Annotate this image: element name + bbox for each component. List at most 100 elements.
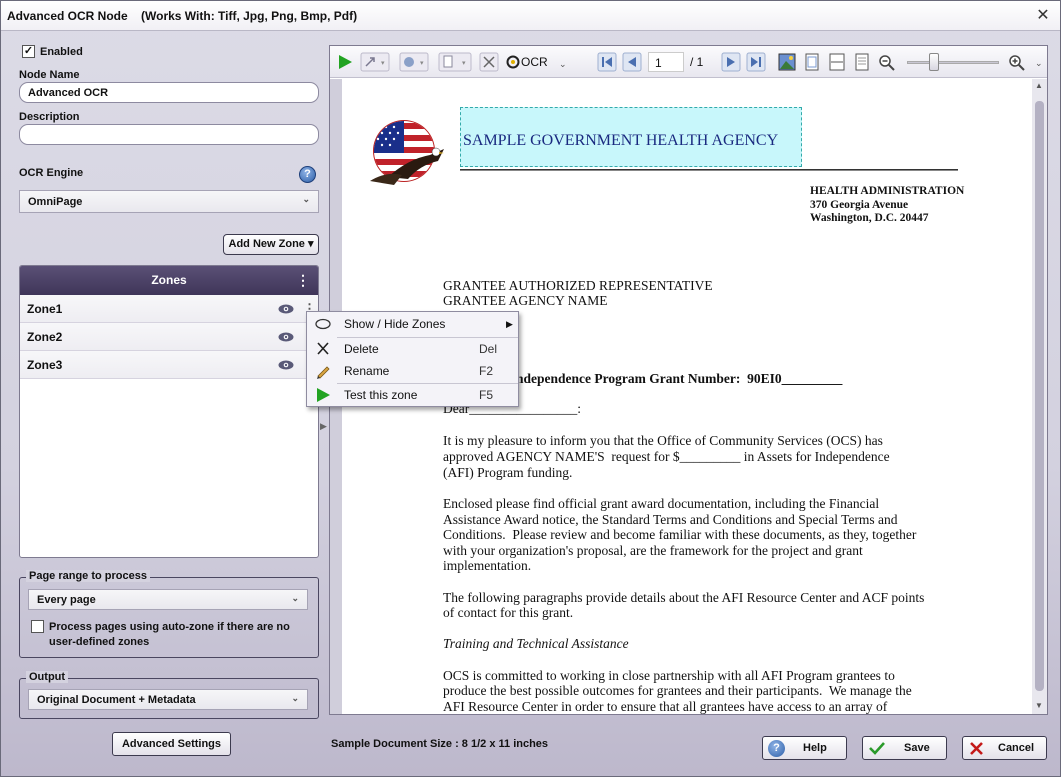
zones-panel: Zones ⋮ Zone1 ⋮ Zone2 Zone3 bbox=[19, 265, 319, 558]
para2-line: implementation. bbox=[443, 558, 532, 573]
clear-icon[interactable] bbox=[479, 52, 499, 72]
help-icon: ? bbox=[768, 740, 785, 757]
chevron-down-icon[interactable]: ⌄ bbox=[559, 59, 567, 70]
scroll-thumb[interactable] bbox=[1035, 101, 1044, 691]
ocr-engine-label: OCR Engine bbox=[19, 167, 84, 179]
splitter-arrow-icon[interactable]: ▶ bbox=[320, 421, 327, 432]
output-select[interactable]: Original Document + Metadata ⌄ bbox=[28, 689, 308, 710]
help-button[interactable]: ? Help bbox=[762, 736, 847, 760]
para1-line: approved AGENCY NAME'S request for $____… bbox=[443, 449, 890, 464]
chevron-down-icon: ⌄ bbox=[291, 593, 299, 603]
pencil-icon bbox=[317, 366, 330, 379]
svg-text:▾: ▾ bbox=[381, 60, 385, 67]
scroll-up-icon[interactable]: ▲ bbox=[1035, 81, 1043, 90]
page-range-select[interactable]: Every page ⌄ bbox=[28, 589, 308, 610]
auto-zone-label: Process pages using auto-zone if there a… bbox=[49, 621, 290, 648]
title-bar: Advanced OCR Node (Works With: Tiff, Jpg… bbox=[1, 1, 1060, 31]
eye-icon[interactable] bbox=[278, 360, 294, 370]
ellipse-icon bbox=[315, 318, 331, 330]
actual-size-icon[interactable] bbox=[852, 52, 872, 72]
menu-item-show-hide-zones[interactable]: Show / Hide Zones ▶ bbox=[307, 313, 518, 335]
node-name-field[interactable]: Advanced OCR bbox=[19, 82, 319, 103]
advanced-settings-button[interactable]: Advanced Settings bbox=[112, 732, 231, 756]
para2-line: with your organization's proposal, are t… bbox=[443, 543, 863, 558]
scroll-down-icon[interactable]: ▼ bbox=[1035, 701, 1043, 710]
header-line: Washington, D.C. 20447 bbox=[810, 212, 929, 224]
ocr-label[interactable]: OCR bbox=[521, 55, 548, 69]
x-icon bbox=[317, 342, 329, 355]
menu-item-delete[interactable]: Delete Del bbox=[307, 338, 518, 360]
save-button[interactable]: Save bbox=[862, 736, 947, 760]
zoom-out-icon[interactable] bbox=[878, 52, 896, 72]
menu-item-shortcut: F2 bbox=[479, 364, 494, 378]
header-line: HEALTH ADMINISTRATION bbox=[810, 185, 965, 197]
zone-context-menu: Show / Hide Zones ▶ Delete Del Rename F2… bbox=[306, 311, 519, 407]
zone-row[interactable]: Zone3 bbox=[20, 351, 318, 379]
zoom-slider-thumb[interactable] bbox=[929, 53, 939, 71]
help-circle-icon[interactable]: ? bbox=[299, 166, 316, 183]
page-range-value: Every page bbox=[37, 594, 96, 606]
zone-row[interactable]: Zone2 bbox=[20, 323, 318, 351]
header-rule bbox=[460, 169, 958, 171]
fit-width-icon[interactable] bbox=[827, 52, 847, 72]
play-icon bbox=[317, 388, 330, 402]
last-page-icon[interactable] bbox=[746, 52, 766, 72]
zone-name: Zone1 bbox=[27, 302, 63, 316]
cancel-label: Cancel bbox=[998, 742, 1035, 754]
page-range-title: Page range to process bbox=[26, 570, 150, 582]
zoom-in-icon[interactable] bbox=[1008, 52, 1026, 72]
first-page-icon[interactable] bbox=[597, 52, 617, 72]
para4-line: produce the best possible outcomes for g… bbox=[443, 683, 912, 698]
para2-line: Assistance Award notice, the Standard Te… bbox=[443, 512, 898, 527]
prev-page-icon[interactable] bbox=[622, 52, 642, 72]
description-field[interactable] bbox=[19, 124, 319, 145]
menu-item-rename[interactable]: Rename F2 bbox=[307, 360, 518, 382]
next-page-icon[interactable] bbox=[721, 52, 741, 72]
ocr-engine-value: OmniPage bbox=[28, 196, 83, 208]
page-range-group: Page range to process Every page ⌄ Proce… bbox=[19, 570, 319, 658]
eye-icon[interactable] bbox=[278, 304, 294, 314]
zoom-slider-track[interactable] bbox=[907, 61, 999, 64]
submenu-arrow-icon: ▶ bbox=[506, 319, 513, 329]
description-label: Description bbox=[19, 111, 80, 123]
fit-page-icon[interactable] bbox=[802, 52, 822, 72]
play-icon[interactable] bbox=[337, 52, 353, 72]
page-total: / 1 bbox=[690, 55, 704, 69]
para1-line: (AFI) Program funding. bbox=[443, 465, 573, 480]
chevron-down-icon[interactable]: ⌄ bbox=[1035, 58, 1043, 69]
add-new-zone-button[interactable]: Add New Zone ▾ bbox=[223, 234, 319, 255]
zones-title: Zones bbox=[151, 273, 187, 287]
output-group: Output Original Document + Metadata ⌄ bbox=[19, 671, 319, 719]
enabled-label: Enabled bbox=[40, 46, 83, 58]
output-value: Original Document + Metadata bbox=[37, 694, 196, 706]
zones-menu-icon[interactable]: ⋮ bbox=[296, 266, 310, 295]
vertical-scrollbar[interactable]: ▲ ▼ bbox=[1032, 79, 1047, 714]
select-tool-icon[interactable]: ▾ bbox=[360, 52, 390, 72]
x-icon bbox=[970, 742, 983, 755]
auto-zone-checkbox[interactable] bbox=[31, 620, 44, 633]
info-icon[interactable]: ▾ bbox=[399, 52, 429, 72]
menu-item-label: Delete bbox=[344, 342, 379, 356]
document-size-text: Sample Document Size : 8 1/2 x 11 inches bbox=[331, 738, 549, 750]
help-label: Help bbox=[803, 742, 827, 754]
node-name-label: Node Name bbox=[19, 69, 80, 81]
menu-item-label: Rename bbox=[344, 364, 390, 378]
page-icon[interactable]: ▾ bbox=[438, 52, 472, 72]
close-icon[interactable]: ✕ bbox=[1034, 7, 1052, 25]
grant-line: ndependence Program Grant Number: 90EI0_… bbox=[516, 371, 843, 386]
check-icon bbox=[869, 742, 885, 755]
image-icon[interactable] bbox=[777, 52, 797, 72]
header-line: 370 Georgia Avenue bbox=[810, 199, 909, 211]
ocr-icon[interactable] bbox=[506, 55, 520, 69]
page-number-input[interactable]: 1 bbox=[648, 52, 684, 72]
para3-line: The following paragraphs provide details… bbox=[443, 590, 925, 605]
ocr-engine-select[interactable]: OmniPage ⌄ bbox=[19, 190, 319, 213]
para4-line: AFI Resource Center in order to ensure t… bbox=[443, 699, 888, 714]
zone-row[interactable]: Zone1 ⋮ bbox=[20, 295, 318, 323]
enabled-checkbox[interactable]: ✓ bbox=[22, 45, 35, 58]
cancel-button[interactable]: Cancel bbox=[962, 736, 1047, 760]
zones-header: Zones ⋮ bbox=[20, 266, 318, 295]
eye-icon[interactable] bbox=[278, 332, 294, 342]
viewer-toolbar: ▾ ▾ ▾ OCR ⌄ 1 / 1 ⌄ bbox=[330, 46, 1047, 78]
menu-item-test-zone[interactable]: Test this zone F5 bbox=[307, 384, 518, 406]
